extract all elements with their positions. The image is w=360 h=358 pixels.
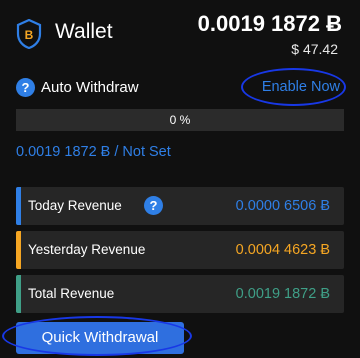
- svg-text:B: B: [25, 28, 34, 42]
- progress-text: 0 %: [169, 113, 191, 127]
- question-icon[interactable]: ?: [16, 78, 35, 97]
- total-revenue-card: Total Revenue 0.0019 1872 Ƀ: [16, 275, 344, 313]
- auto-withdraw-label: Auto Withdraw: [41, 79, 139, 96]
- card-accent-bar: [16, 275, 21, 313]
- balance-usd: $ 47.42: [291, 41, 338, 57]
- card-accent-bar: [16, 187, 21, 225]
- total-revenue-label: Total Revenue: [28, 286, 115, 301]
- quick-withdrawal-highlight: [2, 316, 192, 356]
- enable-now-highlight: [241, 68, 346, 106]
- yesterday-revenue-card: Yesterday Revenue 0.0004 4623 Ƀ: [16, 231, 344, 269]
- today-revenue-label: Today Revenue: [28, 198, 122, 213]
- yesterday-revenue-value: 0.0004 4623 Ƀ: [235, 242, 330, 258]
- withdraw-threshold: 0.0019 1872 Ƀ / Not Set: [16, 144, 171, 160]
- balance-btc: 0.0019 1872 Ƀ: [197, 11, 342, 36]
- yesterday-revenue-label: Yesterday Revenue: [28, 242, 146, 257]
- total-revenue-value: 0.0019 1872 Ƀ: [235, 286, 330, 302]
- today-revenue-card: Today Revenue ? 0.0000 6506 Ƀ: [16, 187, 344, 225]
- bitcoin-shield-icon: B: [16, 19, 42, 49]
- page-title: Wallet: [55, 20, 113, 43]
- auto-withdraw-progress: 0 %: [16, 109, 344, 131]
- today-revenue-value: 0.0000 6506 Ƀ: [235, 198, 330, 214]
- card-accent-bar: [16, 231, 21, 269]
- question-icon[interactable]: ?: [144, 196, 163, 215]
